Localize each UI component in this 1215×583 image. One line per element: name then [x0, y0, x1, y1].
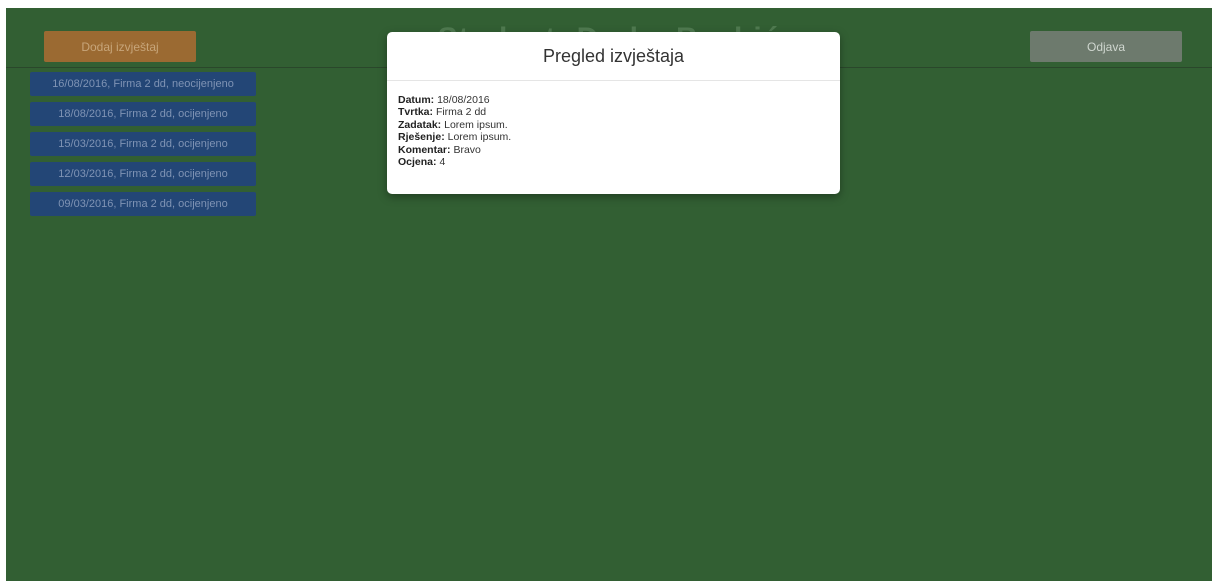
logout-button[interactable]: Odjava — [1030, 31, 1182, 62]
field-label: Ocjena: — [398, 156, 437, 169]
field-value: 18/08/2016 — [437, 94, 490, 106]
field-zadatak: Zadatak: Lorem ipsum. — [398, 119, 829, 131]
field-datum: Datum: 18/08/2016 — [398, 94, 829, 106]
field-rjesenje: Rješenje: Lorem ipsum. — [398, 131, 829, 143]
field-label: Komentar: — [398, 143, 451, 156]
field-value: Lorem ipsum. — [447, 131, 512, 144]
report-item[interactable]: 18/08/2016, Firma 2 dd, ocijenjeno — [30, 102, 256, 126]
field-label: Rješenje: — [398, 131, 445, 144]
report-item[interactable]: 09/03/2016, Firma 2 dd, ocijenjeno — [30, 192, 256, 216]
report-item[interactable]: 12/03/2016, Firma 2 dd, ocijenjeno — [30, 162, 256, 186]
field-value: 4 — [439, 156, 446, 169]
report-item[interactable]: 16/08/2016, Firma 2 dd, neocijenjeno — [30, 72, 256, 96]
modal-header: Pregled izvještaja — [387, 32, 840, 81]
add-report-button[interactable]: Dodaj izvještaj — [44, 31, 196, 62]
field-tvrtka: Tvrtka: Firma 2 dd — [398, 106, 829, 118]
modal-title: Pregled izvještaja — [542, 45, 685, 66]
report-item[interactable]: 15/03/2016, Firma 2 dd, ocijenjeno — [30, 132, 256, 156]
field-label: Zadatak: — [398, 118, 442, 131]
modal-body: Datum: 18/08/2016 Tvrtka: Firma 2 dd Zad… — [387, 81, 840, 181]
field-value: Bravo — [453, 143, 481, 156]
field-ocjena: Ocjena: 4 — [398, 156, 829, 168]
field-value: Lorem ipsum. — [444, 118, 508, 131]
field-komentar: Komentar: Bravo — [398, 144, 829, 156]
field-label: Datum: — [398, 94, 435, 106]
report-preview-modal: Pregled izvještaja Datum: 18/08/2016 Tvr… — [387, 32, 840, 194]
field-label: Tvrtka: — [398, 106, 434, 119]
field-value: Firma 2 dd — [435, 106, 487, 119]
report-list: 16/08/2016, Firma 2 dd, neocijenjeno 18/… — [30, 72, 256, 222]
